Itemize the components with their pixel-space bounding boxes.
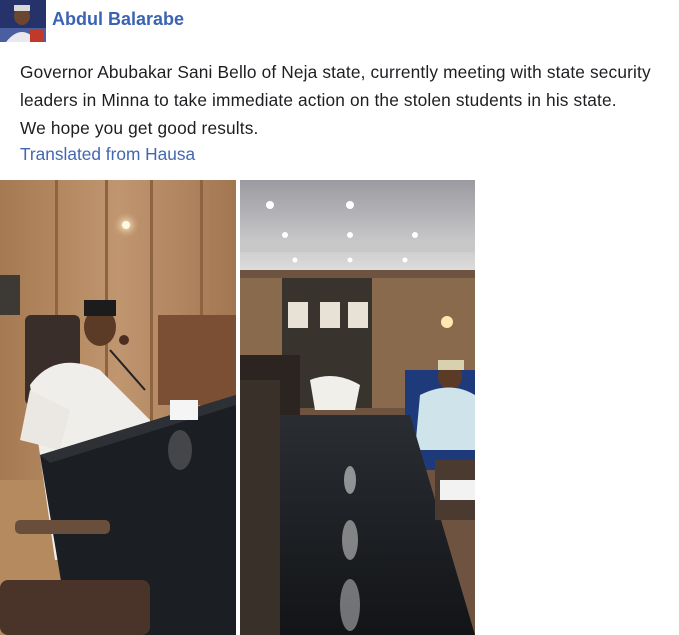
translation-link[interactable]: Translated from Hausa bbox=[20, 144, 195, 165]
avatar[interactable] bbox=[0, 0, 46, 42]
post-photo-meeting[interactable] bbox=[240, 180, 475, 635]
avatar-photo bbox=[0, 0, 46, 42]
post-text: Governor Abubakar Sani Bello of Neja sta… bbox=[20, 58, 675, 142]
author-name[interactable]: Abdul Balarabe bbox=[52, 9, 184, 30]
post-photo-governor[interactable] bbox=[0, 180, 236, 635]
post-text-line: We hope you get good results. bbox=[20, 118, 259, 138]
post-text-line: leaders in Minna to take immediate actio… bbox=[20, 90, 617, 110]
post-text-line: Governor Abubakar Sani Bello of Neja sta… bbox=[20, 62, 651, 82]
